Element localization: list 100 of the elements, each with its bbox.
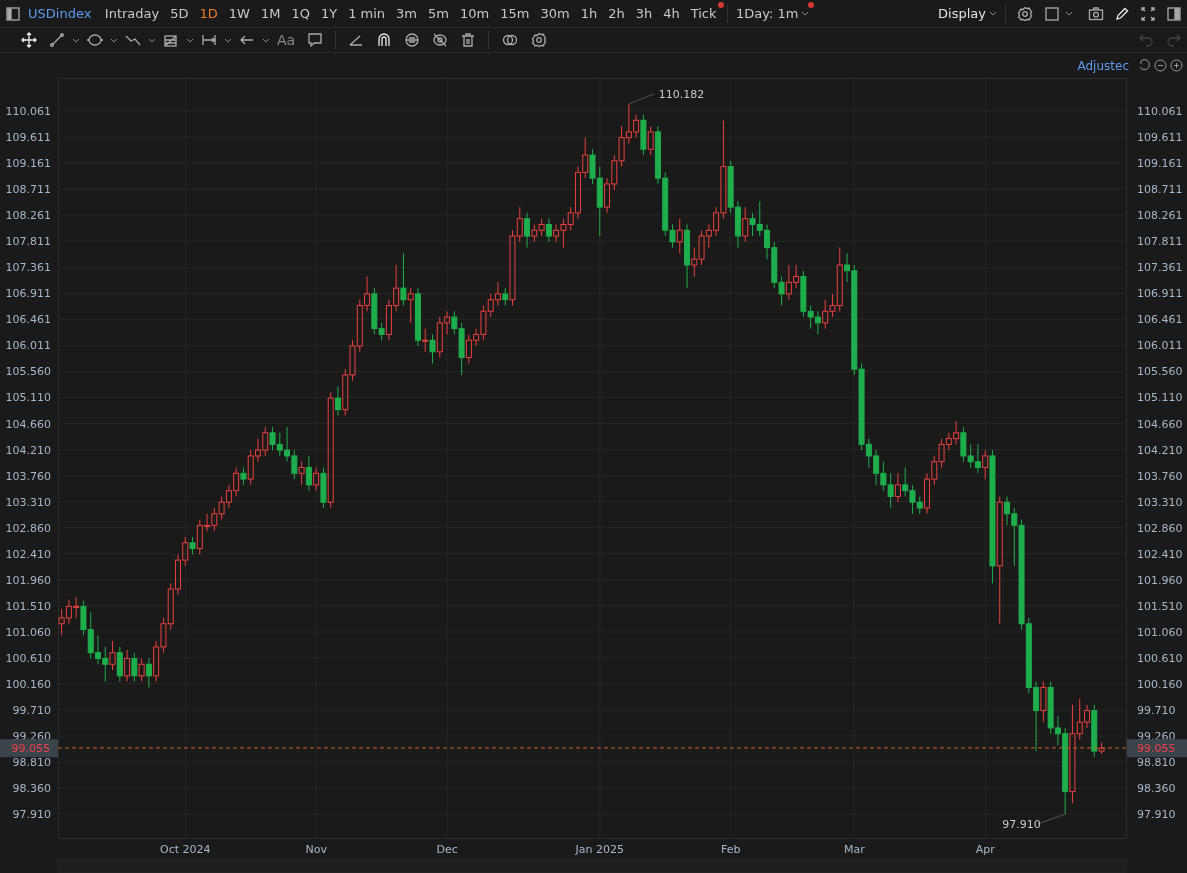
period-tab[interactable]: 4h [657,6,686,21]
candlestick [167,582,174,631]
period-tab[interactable]: 10m [454,6,495,21]
adjust-button[interactable]: Adjustec [1077,58,1129,73]
candlestick [225,484,232,509]
period-tab[interactable]: 15m [494,6,535,21]
axis-label: 108.261 [5,209,51,223]
period-tab[interactable]: 1 min [342,6,391,21]
chevron-icon[interactable] [110,37,118,43]
candlestick [749,212,756,237]
candlestick [582,137,589,179]
candlestick [211,507,218,532]
display-dropdown[interactable]: Display [935,6,1000,21]
period-tab[interactable]: 1h [575,6,603,21]
zoom-in-icon[interactable] [1170,59,1183,72]
axis-label: 106.911 [5,287,51,301]
candlestick [269,426,276,451]
candlestick [662,171,669,237]
axis-label: 105.110 [1137,391,1183,405]
period-tab[interactable]: 5m [422,6,455,21]
axis-label: 108.261 [1137,209,1183,223]
axis-label: 109.161 [5,157,51,171]
candlestick [858,362,865,451]
period-tab[interactable]: Tick [685,6,723,21]
axis-label: Oct 2024 [160,843,211,856]
axis-label: 107.361 [5,261,51,275]
chevron-icon[interactable] [72,37,80,43]
axis-label: 106.911 [1137,287,1183,301]
period-tab[interactable]: 1Q [285,6,316,21]
chevron-icon[interactable] [148,37,156,43]
candlestick [720,119,727,220]
axis-label: 103.760 [1137,469,1183,483]
period-tab[interactable]: 1M [255,6,286,21]
candlestick [473,328,480,347]
candlestick [116,646,123,683]
zoom-out-icon[interactable] [1154,59,1167,72]
axis-label: Jan 2025 [575,843,624,856]
axis-label: 110.061 [1137,105,1183,118]
candlestick [851,264,858,376]
candlestick [1091,704,1098,758]
candlestick [153,640,160,683]
axis-label: Nov [305,843,327,856]
axis-label: 105.110 [5,391,51,405]
range-dropdown[interactable]: 1Day: 1m [733,6,813,21]
candlestick [480,304,487,341]
candlestick [989,449,996,584]
period-tab[interactable]: 2h [602,6,631,21]
period-tab[interactable]: 1W [223,6,256,21]
candlestick [1084,704,1090,729]
candlestick [596,166,603,237]
candlestick [109,640,116,671]
axis-label: 104.660 [5,417,51,431]
axis-label: 107.361 [1137,261,1183,275]
chevron-icon[interactable] [186,37,194,43]
candlestick [102,646,109,683]
candlestick [262,426,269,457]
low-marker: 97.910 [1002,818,1041,832]
period-tab[interactable]: Intraday [99,6,165,21]
chevron-icon[interactable] [1065,11,1073,16]
candlestick [73,596,80,619]
candlestick [254,438,261,463]
candlestick [138,657,145,683]
candlestick [996,495,1003,625]
period-tab[interactable]: 1Y [315,6,343,21]
axis-label: 97.910 [12,808,51,822]
period-tab[interactable]: 1D [194,6,224,21]
period-tab[interactable]: 30m [534,6,576,21]
axis-label: 101.960 [1137,573,1183,587]
candlestick [734,200,741,249]
candlestick [393,264,400,312]
candlestick [1033,681,1040,752]
candlestick [982,449,989,480]
period-tab[interactable]: 5D [164,6,195,21]
axis-label: 101.510 [5,599,51,613]
candlestick [633,114,640,139]
chevron-icon[interactable] [262,37,270,43]
chevron-icon[interactable] [989,11,997,16]
symbol-name[interactable]: USDindex [28,6,92,21]
reset-icon[interactable] [1138,59,1151,72]
axis-label: 99.710 [12,704,51,717]
chevron-icon[interactable] [801,11,810,16]
period-tab[interactable]: 3m [390,6,423,21]
candlestick [604,177,611,214]
candlestick [1069,704,1076,804]
candlestick [676,218,683,254]
axis-label: 108.711 [5,183,51,197]
axis-label: Mar [843,843,865,856]
candlestick [1062,727,1069,815]
candlestick [974,443,981,474]
candlestick [916,495,923,515]
candlestick [349,339,356,382]
candlestick [553,223,560,243]
candlestick [545,218,552,243]
text-tool[interactable]: Aa [272,32,301,48]
candlestick [65,598,72,625]
chevron-icon[interactable] [224,37,232,43]
period-tab[interactable]: 3h [630,6,658,21]
axis-label: 102.860 [5,521,51,535]
axis-label: Feb [720,843,741,856]
candlestick [924,472,931,515]
